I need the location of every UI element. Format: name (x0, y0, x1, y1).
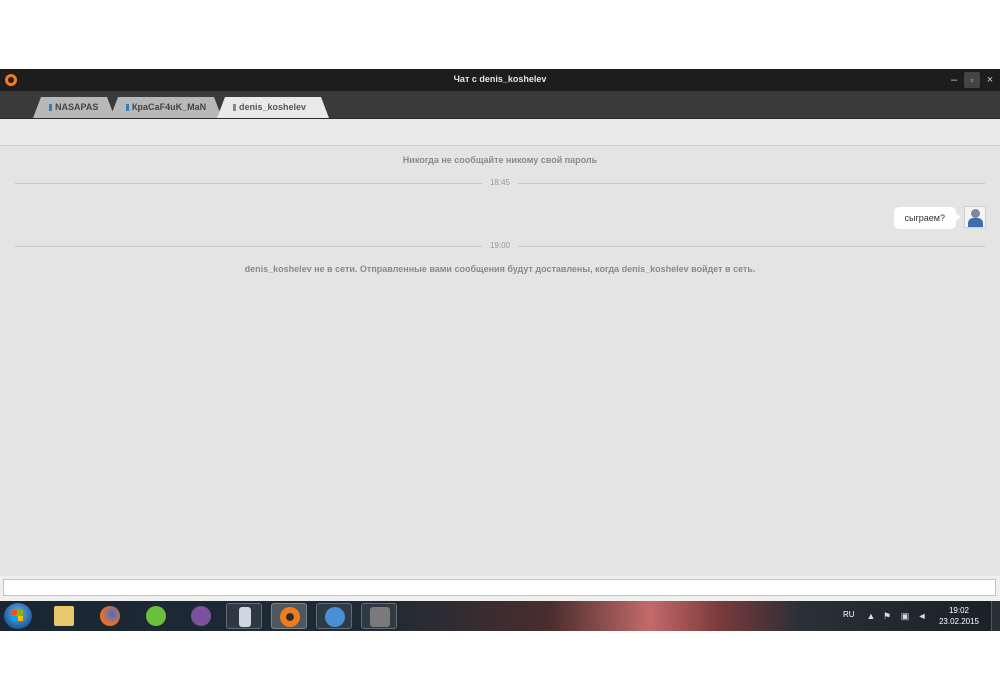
tab-label: NASAPAS (55, 102, 99, 112)
taskbar-world-of-tanks[interactable] (361, 603, 397, 629)
offline-status-icon (233, 104, 236, 111)
utorrent-icon (146, 606, 166, 626)
clock-date: 23.02.2015 (938, 617, 980, 626)
file-explorer-icon (54, 606, 74, 626)
start-button[interactable] (4, 603, 32, 629)
tab-label: denis_koshelev (239, 102, 307, 112)
network-icon[interactable]: ▣ (900, 611, 910, 621)
online-status-icon (126, 104, 129, 111)
viber-icon (191, 606, 211, 626)
language-indicator[interactable]: RU (843, 610, 855, 640)
taskbar-origin[interactable] (271, 603, 307, 629)
close-button[interactable]: × (982, 72, 998, 88)
message-input-bar (0, 576, 1000, 604)
tab-label: КраСаF4uK_MaN (132, 102, 207, 112)
offline-notice: denis_koshelev не в сети. Отправленные в… (244, 264, 756, 274)
windows-logo-icon (12, 610, 24, 622)
minimize-button[interactable]: – (946, 72, 962, 88)
system-clock[interactable]: 19:02 23.02.2015 (933, 605, 985, 627)
chat-history[interactable]: Никогда не сообщайте никому свой пароль … (0, 146, 1000, 576)
action-center-flag-icon[interactable]: ⚑ (882, 611, 892, 621)
user-avatar-icon[interactable] (964, 206, 986, 228)
taskbar-security[interactable] (316, 603, 352, 629)
restore-button[interactable]: ▫ (964, 72, 980, 88)
tab-krasaf4uk-man[interactable]: КраСаF4uK_MaN (110, 97, 222, 118)
origin-icon (280, 607, 300, 627)
show-desktop-button[interactable] (991, 601, 1000, 631)
window-title: Чат с denis_koshelev (453, 74, 547, 84)
outgoing-message-bubble: сыграем? (893, 207, 962, 229)
volume-icon[interactable]: ◄ (917, 611, 927, 621)
tab-nasapas[interactable]: NASAPAS (33, 97, 115, 118)
taskbar-utorrent[interactable] (138, 603, 174, 629)
tab-denis-koshelev[interactable]: denis_koshelev (217, 97, 329, 118)
timestamp-divider: 19:00 (15, 241, 985, 251)
timestamp: 18:45 (481, 178, 519, 187)
title-bar[interactable]: Чат с denis_koshelev – ▫ × (0, 69, 1000, 91)
windows-taskbar: RU ▲ ⚑ ▣ ◄ 19:02 23.02.2015 (0, 601, 1000, 631)
security-notice: Никогда не сообщайте никому свой пароль (402, 155, 598, 165)
clock-time: 19:02 (948, 606, 970, 615)
online-status-icon (49, 104, 52, 111)
chat-tab-bar: NASAPAS КраСаF4uK_MaN denis_koshelev (0, 91, 1000, 119)
avatar-body (968, 218, 983, 227)
phone-app-icon (239, 607, 251, 627)
world-of-tanks-icon (370, 607, 390, 627)
chat-toolbar (0, 119, 1000, 146)
timestamp: 19:00 (481, 241, 519, 250)
taskbar-viber[interactable] (183, 603, 219, 629)
timestamp-divider: 18:45 (15, 178, 985, 188)
origin-chat-window: Чат с denis_koshelev – ▫ × NASAPAS КраСа… (0, 69, 1000, 631)
firefox-icon (100, 606, 120, 626)
taskbar-firefox[interactable] (92, 603, 128, 629)
avatar-head (971, 209, 980, 218)
taskbar-phone-app[interactable] (226, 603, 262, 629)
taskbar-file-explorer[interactable] (46, 603, 82, 629)
message-input[interactable] (3, 579, 996, 596)
security-shield-icon (325, 607, 345, 627)
show-hidden-icons-icon[interactable]: ▲ (866, 611, 876, 621)
